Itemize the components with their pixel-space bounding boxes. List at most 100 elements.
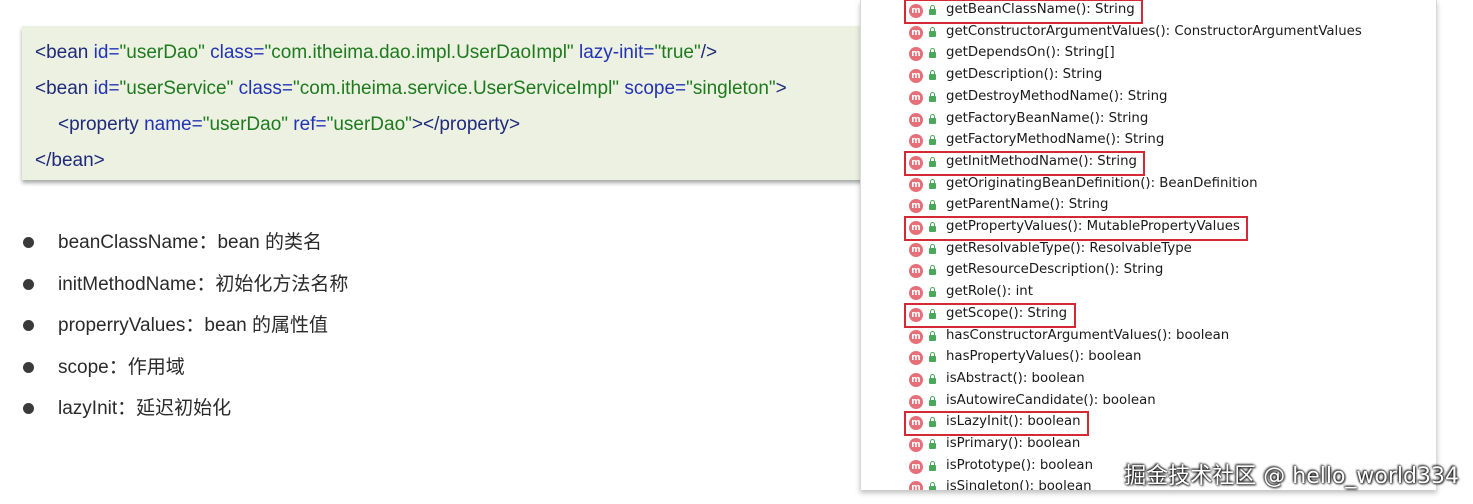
method-icon: m xyxy=(909,199,923,214)
method-row[interactable]: m getOriginatingBeanDefinition(): BeanDef… xyxy=(861,175,1436,197)
method-icon: m xyxy=(909,481,923,490)
method-signature: getScope(): String xyxy=(946,305,1068,321)
method-row[interactable]: m getParentName(): String xyxy=(861,196,1436,218)
method-signature: isSingleton(): boolean xyxy=(946,479,1092,490)
method-icon: m xyxy=(909,25,923,40)
public-lock-icon xyxy=(929,222,936,232)
bullet-text: initMethodName：初始化方法名称 xyxy=(58,273,349,295)
method-row[interactable]: m getFactoryMethodName(): String xyxy=(861,131,1436,153)
method-icon: m xyxy=(909,112,923,127)
bullet-item: lazyInit：延迟初始化 xyxy=(20,394,348,436)
method-row[interactable]: m hasPropertyValues(): boolean xyxy=(861,348,1436,370)
public-lock-icon xyxy=(929,243,936,254)
method-signature: getPropertyValues(): MutablePropertyValu… xyxy=(946,219,1240,234)
method-signature: getFactoryMethodName(): String xyxy=(946,132,1165,148)
code-token-val: "userDao" xyxy=(326,114,412,135)
method-row[interactable]: m hasConstructorArgumentValues(): boolean xyxy=(861,327,1436,349)
code-token-attr: lazy-init= xyxy=(573,42,655,63)
method-signature: getRole(): int xyxy=(946,284,1033,300)
method-signature: isLazyInit(): boolean xyxy=(946,414,1081,430)
method-row[interactable]: m getDependsOn(): String[] xyxy=(861,44,1436,66)
public-lock-icon xyxy=(929,156,936,167)
code-token-val: "com.itheima.dao.impl.UserDaoImpl" xyxy=(264,42,574,63)
code-token-tag: ></property> xyxy=(411,114,521,135)
method-icon: m xyxy=(909,372,923,387)
method-row[interactable]: m getDestroyMethodName(): String xyxy=(861,88,1436,110)
method-row[interactable]: m getDescription(): String xyxy=(861,66,1436,88)
code-token-attr: id= xyxy=(93,78,120,99)
public-lock-icon xyxy=(929,48,936,59)
method-row[interactable]: m isLazyInit(): boolean xyxy=(861,413,1436,435)
public-lock-icon xyxy=(929,26,936,37)
public-lock-icon xyxy=(929,287,936,298)
code-token-tag: > xyxy=(775,78,787,99)
public-lock-icon xyxy=(929,330,936,341)
public-lock-icon xyxy=(929,417,936,428)
method-signature: getInitMethodName(): String xyxy=(946,153,1137,169)
public-lock-icon xyxy=(929,135,936,146)
code-line: <bean id="userDao" class="com.itheima.da… xyxy=(35,42,717,64)
method-signature: isPrototype(): boolean xyxy=(946,457,1094,473)
method-signature: getDescription(): String xyxy=(946,67,1103,83)
method-icon: m xyxy=(909,69,923,84)
public-lock-icon xyxy=(929,482,936,490)
method-signature: getDestroyMethodName(): String xyxy=(946,88,1168,104)
bullet-text: beanClassName：bean 的类名 xyxy=(58,232,323,253)
code-line: <bean id="userService" class="com.itheim… xyxy=(35,78,787,100)
code-token-attr: name= xyxy=(144,114,203,135)
method-signature: getResolvableType(): ResolvableType xyxy=(946,240,1192,256)
method-row[interactable]: m getRole(): int xyxy=(861,283,1436,305)
method-row[interactable]: m getResourceDescription(): String xyxy=(861,261,1436,283)
method-row[interactable]: m getResolvableType(): ResolvableType xyxy=(861,240,1436,262)
public-lock-icon xyxy=(929,70,936,81)
xml-code-box: <bean id= "userDao" class= "com.itheima.da… xyxy=(22,26,882,180)
public-lock-icon xyxy=(929,460,936,471)
code-token-attr: class= xyxy=(233,78,294,99)
bullet-item: scope：作用域 xyxy=(20,353,348,395)
method-row[interactable]: m isPrimary(): boolean xyxy=(861,435,1436,457)
method-row[interactable]: m getBeanClassName(): String xyxy=(861,1,1436,23)
method-icon: m xyxy=(909,438,923,452)
method-icon: m xyxy=(909,4,923,18)
bullet-item: initMethodName：初始化方法名称 xyxy=(20,270,348,312)
method-row[interactable]: m getFactoryBeanName(): String xyxy=(861,110,1436,132)
method-row[interactable]: m getConstructorArgumentValues(): Constru… xyxy=(861,23,1436,45)
method-icon: m xyxy=(909,416,923,431)
bullet-dot-icon xyxy=(23,403,34,414)
attribute-bullet-list: beanClassName：bean 的类名 initMethodName：初始… xyxy=(20,228,348,436)
method-icon: m xyxy=(909,242,923,257)
bullet-dot-icon xyxy=(23,237,34,248)
bullet-dot-icon xyxy=(23,320,34,331)
method-row[interactable]: m getScope(): String xyxy=(861,305,1436,327)
method-row[interactable]: m getInitMethodName(): String xyxy=(861,153,1436,175)
method-signature: isAutowireCandidate(): boolean xyxy=(946,392,1156,408)
method-signature: isPrimary(): boolean xyxy=(946,436,1081,451)
method-icon: m xyxy=(909,286,923,301)
method-icon: m xyxy=(909,177,923,192)
method-icon: m xyxy=(909,47,923,62)
bullet-text: properryValues：bean 的属性值 xyxy=(58,315,328,336)
public-lock-icon xyxy=(929,352,936,363)
code-token-val: "singleton" xyxy=(686,78,776,99)
method-row[interactable]: m getPropertyValues(): MutablePropertyVal… xyxy=(861,218,1436,240)
public-lock-icon xyxy=(929,200,936,211)
method-icon: m xyxy=(909,264,923,279)
code-token-attr: ref= xyxy=(288,114,327,135)
method-row[interactable]: m isAbstract(): boolean xyxy=(861,370,1436,392)
method-signature: getBeanClassName(): String xyxy=(946,2,1135,17)
public-lock-icon xyxy=(929,395,936,406)
code-line: </bean> xyxy=(35,150,105,172)
method-icon: m xyxy=(909,459,923,474)
code-token-val: "com.itheima.service.UserServiceImpl" xyxy=(293,78,620,99)
bullet-text: scope：作用域 xyxy=(58,356,185,378)
method-icon: m xyxy=(909,351,923,366)
method-row[interactable]: m isAutowireCandidate(): boolean xyxy=(861,392,1436,414)
method-signature: getParentName(): String xyxy=(946,197,1109,213)
method-signature: getOriginatingBeanDefinition(): BeanDefi… xyxy=(946,175,1258,191)
method-list-panel: m getBeanClassName(): String m getConstruct… xyxy=(860,0,1437,490)
code-token-tag: <bean xyxy=(35,78,94,99)
method-signature: getConstructorArgumentValues(): Construc… xyxy=(946,23,1362,39)
method-signature: getResourceDescription(): String xyxy=(946,262,1164,278)
method-signature: getFactoryBeanName(): String xyxy=(946,110,1149,126)
public-lock-icon xyxy=(929,439,936,449)
